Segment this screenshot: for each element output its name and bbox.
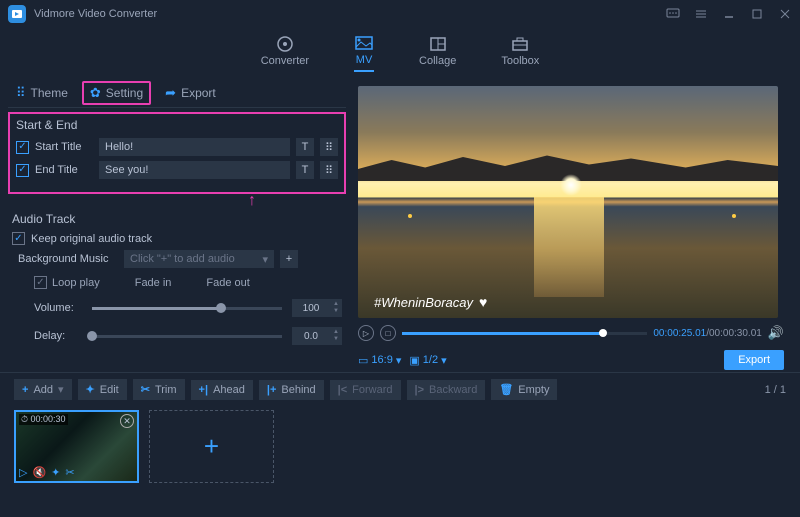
start-title-text-button[interactable]: T [296, 138, 314, 156]
progress-bar[interactable] [402, 332, 647, 335]
edit-button[interactable]: ✦Edit [78, 379, 127, 400]
empty-button[interactable]: 🗑Empty [491, 379, 557, 400]
ahead-button[interactable]: +|Ahead [191, 380, 253, 400]
nav-converter[interactable]: Converter [261, 35, 309, 71]
forward-button[interactable]: |<Forward [330, 380, 401, 400]
clip-remove-button[interactable]: ✕ [120, 414, 134, 428]
theme-icon: ⠿ [16, 85, 26, 101]
end-title-style-button[interactable]: ⠿ [320, 161, 338, 179]
start-end-section: Start & End Start Title T ⠿ End Title T … [8, 112, 346, 194]
scissors-icon: ✂ [141, 383, 150, 396]
toolbox-icon [510, 35, 530, 53]
maximize-icon[interactable] [750, 7, 764, 21]
main-nav: Converter MV Collage Toolbox [0, 28, 800, 78]
delay-slider[interactable] [92, 335, 282, 338]
clip-play-icon[interactable]: ▷ [19, 466, 27, 479]
zoom-selector[interactable]: ▣1/2▾ [409, 354, 446, 367]
end-title-text-button[interactable]: T [296, 161, 314, 179]
gear-icon: ✿ [90, 85, 101, 101]
time-display: 00:00:25.01/00:00:30.01 [653, 328, 761, 339]
start-title-input[interactable] [99, 138, 290, 156]
export-button[interactable]: Export [724, 350, 784, 370]
chevron-down-icon: ▾ [441, 354, 447, 367]
clip-actions: ▷ 🔇 ✦ ✂ [19, 466, 75, 479]
volume-slider[interactable] [92, 307, 282, 310]
aspect-icon: ▭ [358, 354, 368, 367]
page-indicator: 1 / 1 [765, 384, 786, 396]
clip-toolbar: +Add▾ ✦Edit ✂Trim +|Ahead |+Behind |<For… [0, 372, 800, 406]
start-title-label: Start Title [35, 141, 93, 153]
clip-trim-icon[interactable]: ✂ [65, 466, 74, 479]
clip-duration: ⏱ 00:00:30 [19, 414, 68, 425]
tab-theme[interactable]: ⠿Theme [8, 81, 76, 105]
feedback-icon[interactable] [666, 7, 680, 21]
nav-collage[interactable]: Collage [419, 35, 456, 71]
start-title-style-button[interactable]: ⠿ [320, 138, 338, 156]
volume-label: Volume: [34, 302, 82, 314]
export-icon: ➦ [165, 85, 176, 101]
bg-music-dropdown[interactable]: Click "+" to add audio▾ [124, 250, 274, 268]
volume-value-stepper[interactable]: 100▲▼ [292, 299, 342, 317]
bg-music-label: Background Music [18, 253, 118, 265]
aspect-ratio-selector[interactable]: ▭16:9▾ [358, 354, 401, 367]
plus-icon: + [204, 431, 219, 462]
video-preview[interactable]: #WheninBoracay♥ [358, 86, 778, 318]
zoom-icon: ▣ [409, 354, 419, 367]
nav-toolbox[interactable]: Toolbox [501, 35, 539, 71]
annotation-arrow-icon: ↑ [158, 192, 346, 210]
loop-checkbox[interactable] [34, 276, 47, 289]
trash-icon: 🗑 [499, 383, 513, 396]
clip-mute-icon[interactable]: 🔇 [32, 466, 46, 479]
nav-mv[interactable]: MV [354, 34, 374, 72]
chevron-down-icon: ▾ [396, 354, 402, 367]
settings-panel: ⠿Theme ✿Setting ➦Export Start & End Star… [0, 78, 354, 372]
menu-icon[interactable] [694, 7, 708, 21]
add-button[interactable]: +Add▾ [14, 379, 72, 400]
close-icon[interactable] [778, 7, 792, 21]
clip-strip: ⏱ 00:00:30 ✕ ▷ 🔇 ✦ ✂ + [0, 406, 800, 487]
minimize-icon[interactable] [722, 7, 736, 21]
keep-original-checkbox[interactable] [12, 232, 25, 245]
app-title: Vidmore Video Converter [34, 8, 666, 20]
add-clip-slot[interactable]: + [149, 410, 274, 483]
volume-icon[interactable]: 🔊 [768, 325, 784, 341]
clip-edit-icon[interactable]: ✦ [51, 466, 60, 479]
stop-button[interactable]: □ [380, 325, 396, 341]
wand-icon: ✦ [86, 383, 95, 396]
clip-item[interactable]: ⏱ 00:00:30 ✕ ▷ 🔇 ✦ ✂ [14, 410, 139, 483]
caption-overlay: #WheninBoracay♥ [374, 294, 487, 310]
collage-icon [428, 35, 448, 53]
chevron-down-icon: ▾ [262, 253, 268, 266]
trim-button[interactable]: ✂Trim [133, 379, 185, 400]
audio-heading: Audio Track [12, 212, 342, 226]
keep-original-label: Keep original audio track [31, 233, 152, 245]
start-title-checkbox[interactable] [16, 141, 29, 154]
tab-setting[interactable]: ✿Setting [82, 81, 151, 105]
app-logo-icon [8, 5, 26, 23]
converter-icon [275, 35, 295, 53]
start-end-heading: Start & End [16, 118, 338, 132]
end-title-input[interactable] [99, 161, 290, 179]
delay-label: Delay: [34, 330, 82, 342]
heart-icon: ♥ [479, 294, 487, 310]
behind-button[interactable]: |+Behind [259, 380, 324, 400]
add-audio-button[interactable]: + [280, 250, 298, 268]
tab-export[interactable]: ➦Export [157, 81, 224, 105]
audio-section: Audio Track Keep original audio track Ba… [8, 212, 346, 345]
end-title-label: End Title [35, 164, 93, 176]
mv-icon [354, 34, 374, 52]
delay-value-stepper[interactable]: 0.0▲▼ [292, 327, 342, 345]
play-button[interactable]: ▷ [358, 325, 374, 341]
titlebar: Vidmore Video Converter [0, 0, 800, 28]
backward-button[interactable]: |>Backward [407, 380, 486, 400]
end-title-checkbox[interactable] [16, 164, 29, 177]
